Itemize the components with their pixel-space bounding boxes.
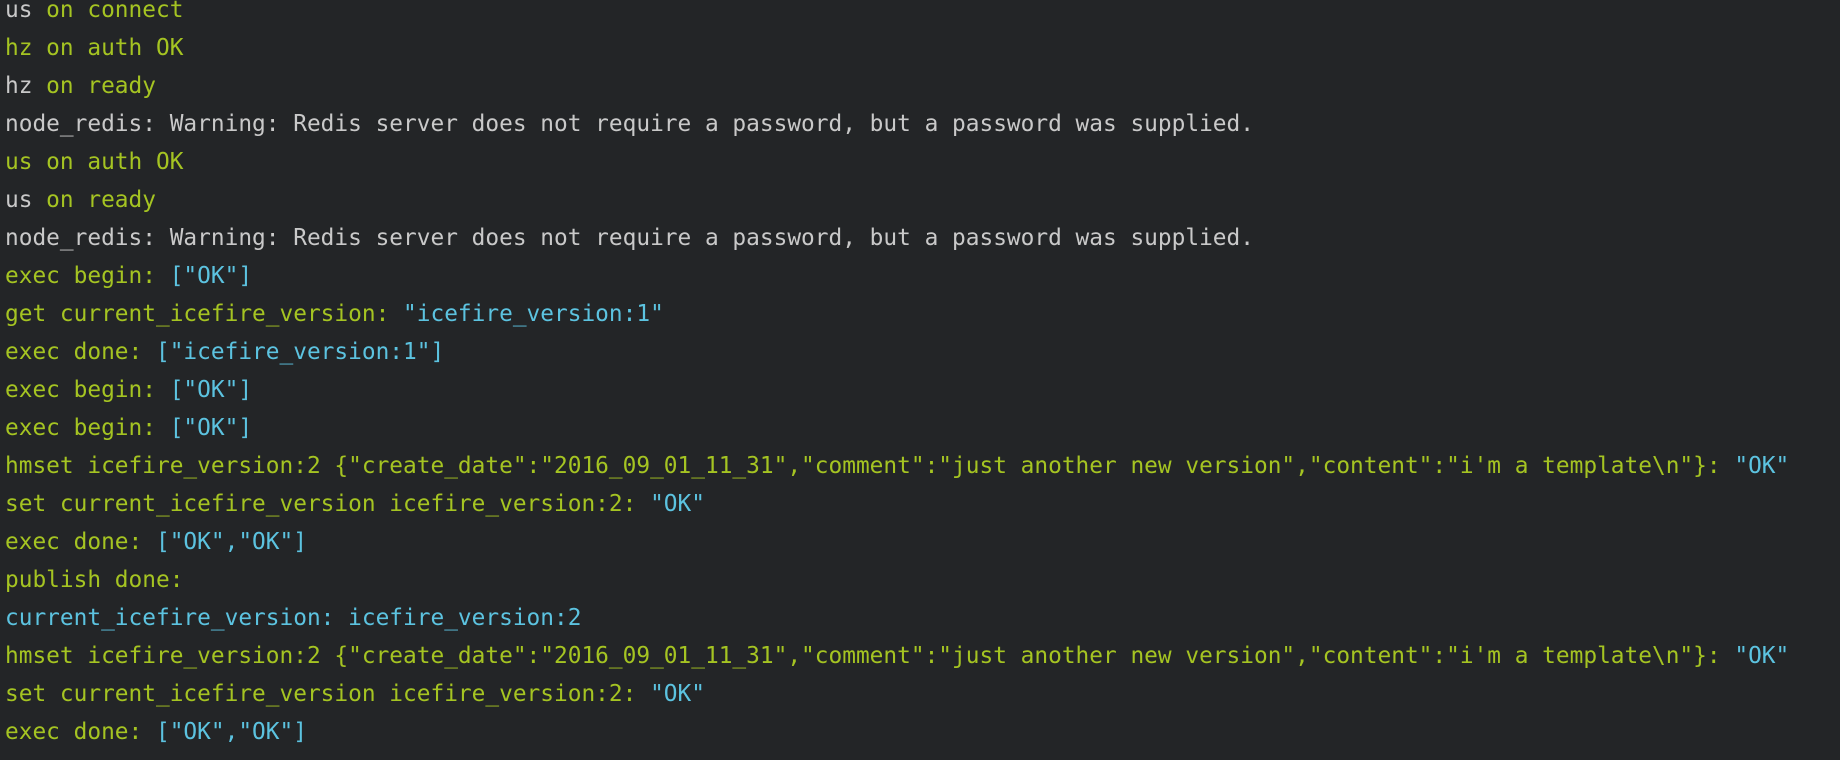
terminal-text-segment: ["OK","OK"] [155,529,307,555]
terminal-line: set current_icefire_version icefire_vers… [5,675,1840,713]
terminal-text-segment: ["icefire_version:1"] [155,339,445,365]
terminal-text-segment: set current_icefire_version icefire_vers… [5,681,651,707]
terminal-line: set current_icefire_version icefire_vers… [5,485,1840,523]
terminal-text-segment: exec begin: [5,263,170,289]
terminal-line: hz on ready [5,67,1840,105]
terminal-text-segment: us [5,187,33,213]
terminal-text-segment: hmset icefire_version:2 {"create_date":"… [5,453,1735,479]
terminal-text-segment: get current_icefire_version: [5,301,404,327]
terminal-line: hmset icefire_version:2 {"create_date":"… [5,637,1840,675]
terminal-line: exec done: ["icefire_version:1"] [5,333,1840,371]
terminal-text-segment: on ready [32,187,156,213]
terminal-text-segment: node_redis: Warning: Redis server does n… [5,225,1254,251]
terminal-text-segment: on ready [32,73,156,99]
terminal-text-segment: "icefire_version:1" [403,301,664,327]
terminal-line: get current_icefire_version: "icefire_ve… [5,295,1840,333]
terminal-text-segment: "OK" [650,681,705,707]
terminal-text-segment: exec begin: [5,377,170,403]
terminal-line: exec begin: ["OK"] [5,409,1840,447]
terminal-line: exec begin: ["OK"] [5,371,1840,409]
terminal-line: hz on auth OK [5,29,1840,67]
terminal-text-segment: "OK" [1734,643,1790,669]
terminal-text-segment: hz [5,73,33,99]
terminal-output[interactable]: us on connect hz on auth OK hz on ready nod… [0,0,1840,760]
terminal-line: exec done: ["OK","OK"] [5,523,1840,561]
terminal-text-segment: on connect [32,0,184,23]
terminal-line: node_redis: Warning: Redis server does n… [5,219,1840,257]
terminal-line: node_redis: Warning: Redis server does n… [5,105,1840,143]
terminal-text-segment: node_redis: Warning: Redis server does n… [5,111,1254,137]
terminal-text-segment: "OK" [650,491,705,517]
terminal-text-segment: exec done: [5,339,156,365]
terminal-line: us on connect [5,0,1840,29]
terminal-text-segment: exec done: [5,529,156,555]
terminal-text-segment: "OK" [1734,453,1790,479]
terminal-text-segment: current_icefire_version: icefire_version… [5,605,582,631]
terminal-text-segment: ["OK","OK"] [155,719,307,745]
terminal-line: exec done: ["OK","OK"] [5,713,1840,751]
terminal-line: hmset icefire_version:2 {"create_date":"… [5,447,1840,485]
terminal-line: current_icefire_version: icefire_version… [5,599,1840,637]
terminal-text-segment: set current_icefire_version icefire_vers… [5,491,651,517]
terminal-text-segment: exec begin: [5,415,170,441]
terminal-text-segment: us [5,0,33,23]
terminal-text-segment: publish done: [5,567,184,593]
terminal-line: exec begin: ["OK"] [5,257,1840,295]
terminal-text-segment: ["OK"] [169,263,253,289]
terminal-line: us on auth OK [5,143,1840,181]
terminal-text-segment: hmset icefire_version:2 {"create_date":"… [5,643,1735,669]
terminal-text-segment: us on auth OK [5,149,184,175]
terminal-line: us on ready [5,181,1840,219]
terminal-line: publish done: [5,561,1840,599]
terminal-text-segment: exec done: [5,719,156,745]
terminal-text-segment: ["OK"] [169,415,253,441]
terminal-text-segment: ["OK"] [169,377,253,403]
terminal-text-segment: hz on auth OK [5,35,184,61]
